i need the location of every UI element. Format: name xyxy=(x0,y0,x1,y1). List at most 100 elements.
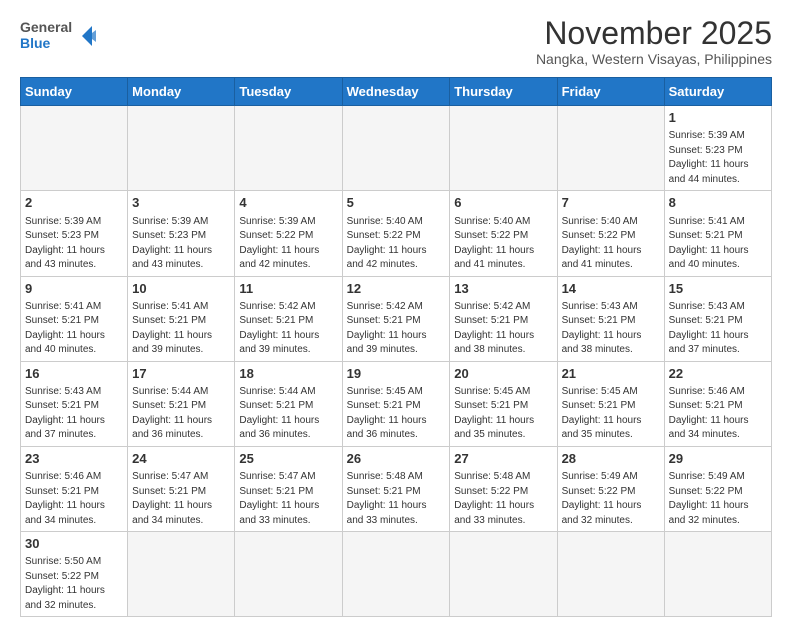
weekday-header-saturday: Saturday xyxy=(664,78,771,106)
calendar-cell xyxy=(557,532,664,617)
month-title: November 2025 xyxy=(536,16,772,51)
day-info: Sunrise: 5:42 AM Sunset: 5:21 PM Dayligh… xyxy=(347,300,446,358)
calendar-cell: 28 Sunrise: 5:49 AM Sunset: 5:22 PM Dayli… xyxy=(557,446,664,531)
day-number: 16 xyxy=(25,365,123,383)
day-info: Sunrise: 5:48 AM Sunset: 5:22 PM Dayligh… xyxy=(454,470,552,528)
calendar-cell: 7 Sunrise: 5:40 AM Sunset: 5:22 PM Daylig… xyxy=(557,191,664,276)
day-info: Sunrise: 5:39 AM Sunset: 5:23 PM Dayligh… xyxy=(669,129,767,187)
day-number: 29 xyxy=(669,450,767,468)
day-number: 18 xyxy=(239,365,337,383)
weekday-header-wednesday: Wednesday xyxy=(342,78,450,106)
day-number: 21 xyxy=(562,365,660,383)
day-number: 10 xyxy=(132,280,230,298)
day-number: 28 xyxy=(562,450,660,468)
day-number: 12 xyxy=(347,280,446,298)
calendar-cell: 13 Sunrise: 5:42 AM Sunset: 5:21 PM Dayli… xyxy=(450,276,557,361)
weekday-header-monday: Monday xyxy=(128,78,235,106)
calendar-cell: 27Sunrise: 5:48 AM Sunset: 5:22 PM Dayli… xyxy=(450,446,557,531)
day-info: Sunrise: 5:43 AM Sunset: 5:21 PM Dayligh… xyxy=(669,300,767,358)
calendar-cell xyxy=(235,106,342,191)
logo: General Blue xyxy=(20,16,100,57)
day-info: Sunrise: 5:39 AM Sunset: 5:23 PM Dayligh… xyxy=(25,215,123,273)
calendar-cell: 22Sunrise: 5:46 AM Sunset: 5:21 PM Dayli… xyxy=(664,361,771,446)
weekday-header-tuesday: Tuesday xyxy=(235,78,342,106)
day-number: 19 xyxy=(347,365,446,383)
calendar-cell: 25 Sunrise: 5:47 AM Sunset: 5:21 PM Dayli… xyxy=(235,446,342,531)
day-info: Sunrise: 5:46 AM Sunset: 5:21 PM Dayligh… xyxy=(25,470,123,528)
week-row-3: 16 Sunrise: 5:43 AM Sunset: 5:21 PM Dayli… xyxy=(21,361,772,446)
calendar-cell: 20Sunrise: 5:45 AM Sunset: 5:21 PM Dayli… xyxy=(450,361,557,446)
calendar-cell: 21Sunrise: 5:45 AM Sunset: 5:21 PM Dayli… xyxy=(557,361,664,446)
day-number: 17 xyxy=(132,365,230,383)
svg-text:General: General xyxy=(20,19,72,35)
calendar-cell: 11 Sunrise: 5:42 AM Sunset: 5:21 PM Dayli… xyxy=(235,276,342,361)
calendar-cell xyxy=(128,532,235,617)
day-number: 20 xyxy=(454,365,552,383)
calendar-cell: 29 Sunrise: 5:49 AM Sunset: 5:22 PM Dayli… xyxy=(664,446,771,531)
weekday-header-sunday: Sunday xyxy=(21,78,128,106)
day-number: 8 xyxy=(669,194,767,212)
day-info: Sunrise: 5:49 AM Sunset: 5:22 PM Dayligh… xyxy=(562,470,660,528)
day-info: Sunrise: 5:41 AM Sunset: 5:21 PM Dayligh… xyxy=(669,215,767,273)
header: General Blue November 2025 Nangka, Weste… xyxy=(20,16,772,67)
week-row-0: 1 Sunrise: 5:39 AM Sunset: 5:23 PM Daylig… xyxy=(21,106,772,191)
day-number: 11 xyxy=(239,280,337,298)
calendar-cell: 1 Sunrise: 5:39 AM Sunset: 5:23 PM Daylig… xyxy=(664,106,771,191)
logo-text: General Blue xyxy=(20,16,100,57)
day-info: Sunrise: 5:43 AM Sunset: 5:21 PM Dayligh… xyxy=(562,300,660,358)
day-info: Sunrise: 5:50 AM Sunset: 5:22 PM Dayligh… xyxy=(25,555,123,613)
weekday-header-thursday: Thursday xyxy=(450,78,557,106)
calendar-cell: 9 Sunrise: 5:41 AM Sunset: 5:21 PM Daylig… xyxy=(21,276,128,361)
day-info: Sunrise: 5:42 AM Sunset: 5:21 PM Dayligh… xyxy=(239,300,337,358)
week-row-1: 2Sunrise: 5:39 AM Sunset: 5:23 PM Daylig… xyxy=(21,191,772,276)
day-info: Sunrise: 5:49 AM Sunset: 5:22 PM Dayligh… xyxy=(669,470,767,528)
calendar-cell xyxy=(450,532,557,617)
day-info: Sunrise: 5:39 AM Sunset: 5:22 PM Dayligh… xyxy=(239,215,337,273)
calendar-cell: 12 Sunrise: 5:42 AM Sunset: 5:21 PM Dayli… xyxy=(342,276,450,361)
day-info: Sunrise: 5:40 AM Sunset: 5:22 PM Dayligh… xyxy=(562,215,660,273)
day-number: 7 xyxy=(562,194,660,212)
weekday-header-row: SundayMondayTuesdayWednesdayThursdayFrid… xyxy=(21,78,772,106)
day-number: 5 xyxy=(347,194,446,212)
day-info: Sunrise: 5:42 AM Sunset: 5:21 PM Dayligh… xyxy=(454,300,552,358)
day-info: Sunrise: 5:41 AM Sunset: 5:21 PM Dayligh… xyxy=(132,300,230,358)
calendar-table: SundayMondayTuesdayWednesdayThursdayFrid… xyxy=(20,77,772,617)
day-number: 13 xyxy=(454,280,552,298)
day-number: 3 xyxy=(132,194,230,212)
day-info: Sunrise: 5:44 AM Sunset: 5:21 PM Dayligh… xyxy=(239,385,337,443)
week-row-2: 9 Sunrise: 5:41 AM Sunset: 5:21 PM Daylig… xyxy=(21,276,772,361)
week-row-4: 23 Sunrise: 5:46 AM Sunset: 5:21 PM Dayli… xyxy=(21,446,772,531)
calendar-cell: 30 Sunrise: 5:50 AM Sunset: 5:22 PM Dayli… xyxy=(21,532,128,617)
calendar-cell xyxy=(128,106,235,191)
day-number: 30 xyxy=(25,535,123,553)
calendar-cell: 18 Sunrise: 5:44 AM Sunset: 5:21 PM Dayli… xyxy=(235,361,342,446)
calendar-cell xyxy=(664,532,771,617)
calendar-cell: 16 Sunrise: 5:43 AM Sunset: 5:21 PM Dayli… xyxy=(21,361,128,446)
day-info: Sunrise: 5:44 AM Sunset: 5:21 PM Dayligh… xyxy=(132,385,230,443)
day-info: Sunrise: 5:43 AM Sunset: 5:21 PM Dayligh… xyxy=(25,385,123,443)
calendar-cell: 15 Sunrise: 5:43 AM Sunset: 5:21 PM Dayli… xyxy=(664,276,771,361)
day-info: Sunrise: 5:47 AM Sunset: 5:21 PM Dayligh… xyxy=(239,470,337,528)
calendar-cell xyxy=(450,106,557,191)
calendar-cell: 19Sunrise: 5:45 AM Sunset: 5:21 PM Dayli… xyxy=(342,361,450,446)
day-number: 25 xyxy=(239,450,337,468)
calendar-cell: 4Sunrise: 5:39 AM Sunset: 5:22 PM Daylig… xyxy=(235,191,342,276)
day-number: 1 xyxy=(669,109,767,127)
location-title: Nangka, Western Visayas, Philippines xyxy=(536,51,772,67)
day-number: 23 xyxy=(25,450,123,468)
day-number: 22 xyxy=(669,365,767,383)
day-info: Sunrise: 5:48 AM Sunset: 5:21 PM Dayligh… xyxy=(347,470,446,528)
day-number: 15 xyxy=(669,280,767,298)
day-info: Sunrise: 5:47 AM Sunset: 5:21 PM Dayligh… xyxy=(132,470,230,528)
calendar-cell: 5Sunrise: 5:40 AM Sunset: 5:22 PM Daylig… xyxy=(342,191,450,276)
day-number: 24 xyxy=(132,450,230,468)
calendar-cell: 10 Sunrise: 5:41 AM Sunset: 5:21 PM Dayli… xyxy=(128,276,235,361)
day-number: 26 xyxy=(347,450,446,468)
calendar-cell: 26 Sunrise: 5:48 AM Sunset: 5:21 PM Dayli… xyxy=(342,446,450,531)
calendar-cell: 6Sunrise: 5:40 AM Sunset: 5:22 PM Daylig… xyxy=(450,191,557,276)
day-info: Sunrise: 5:41 AM Sunset: 5:21 PM Dayligh… xyxy=(25,300,123,358)
day-number: 6 xyxy=(454,194,552,212)
day-info: Sunrise: 5:39 AM Sunset: 5:23 PM Dayligh… xyxy=(132,215,230,273)
calendar-cell xyxy=(557,106,664,191)
day-number: 9 xyxy=(25,280,123,298)
